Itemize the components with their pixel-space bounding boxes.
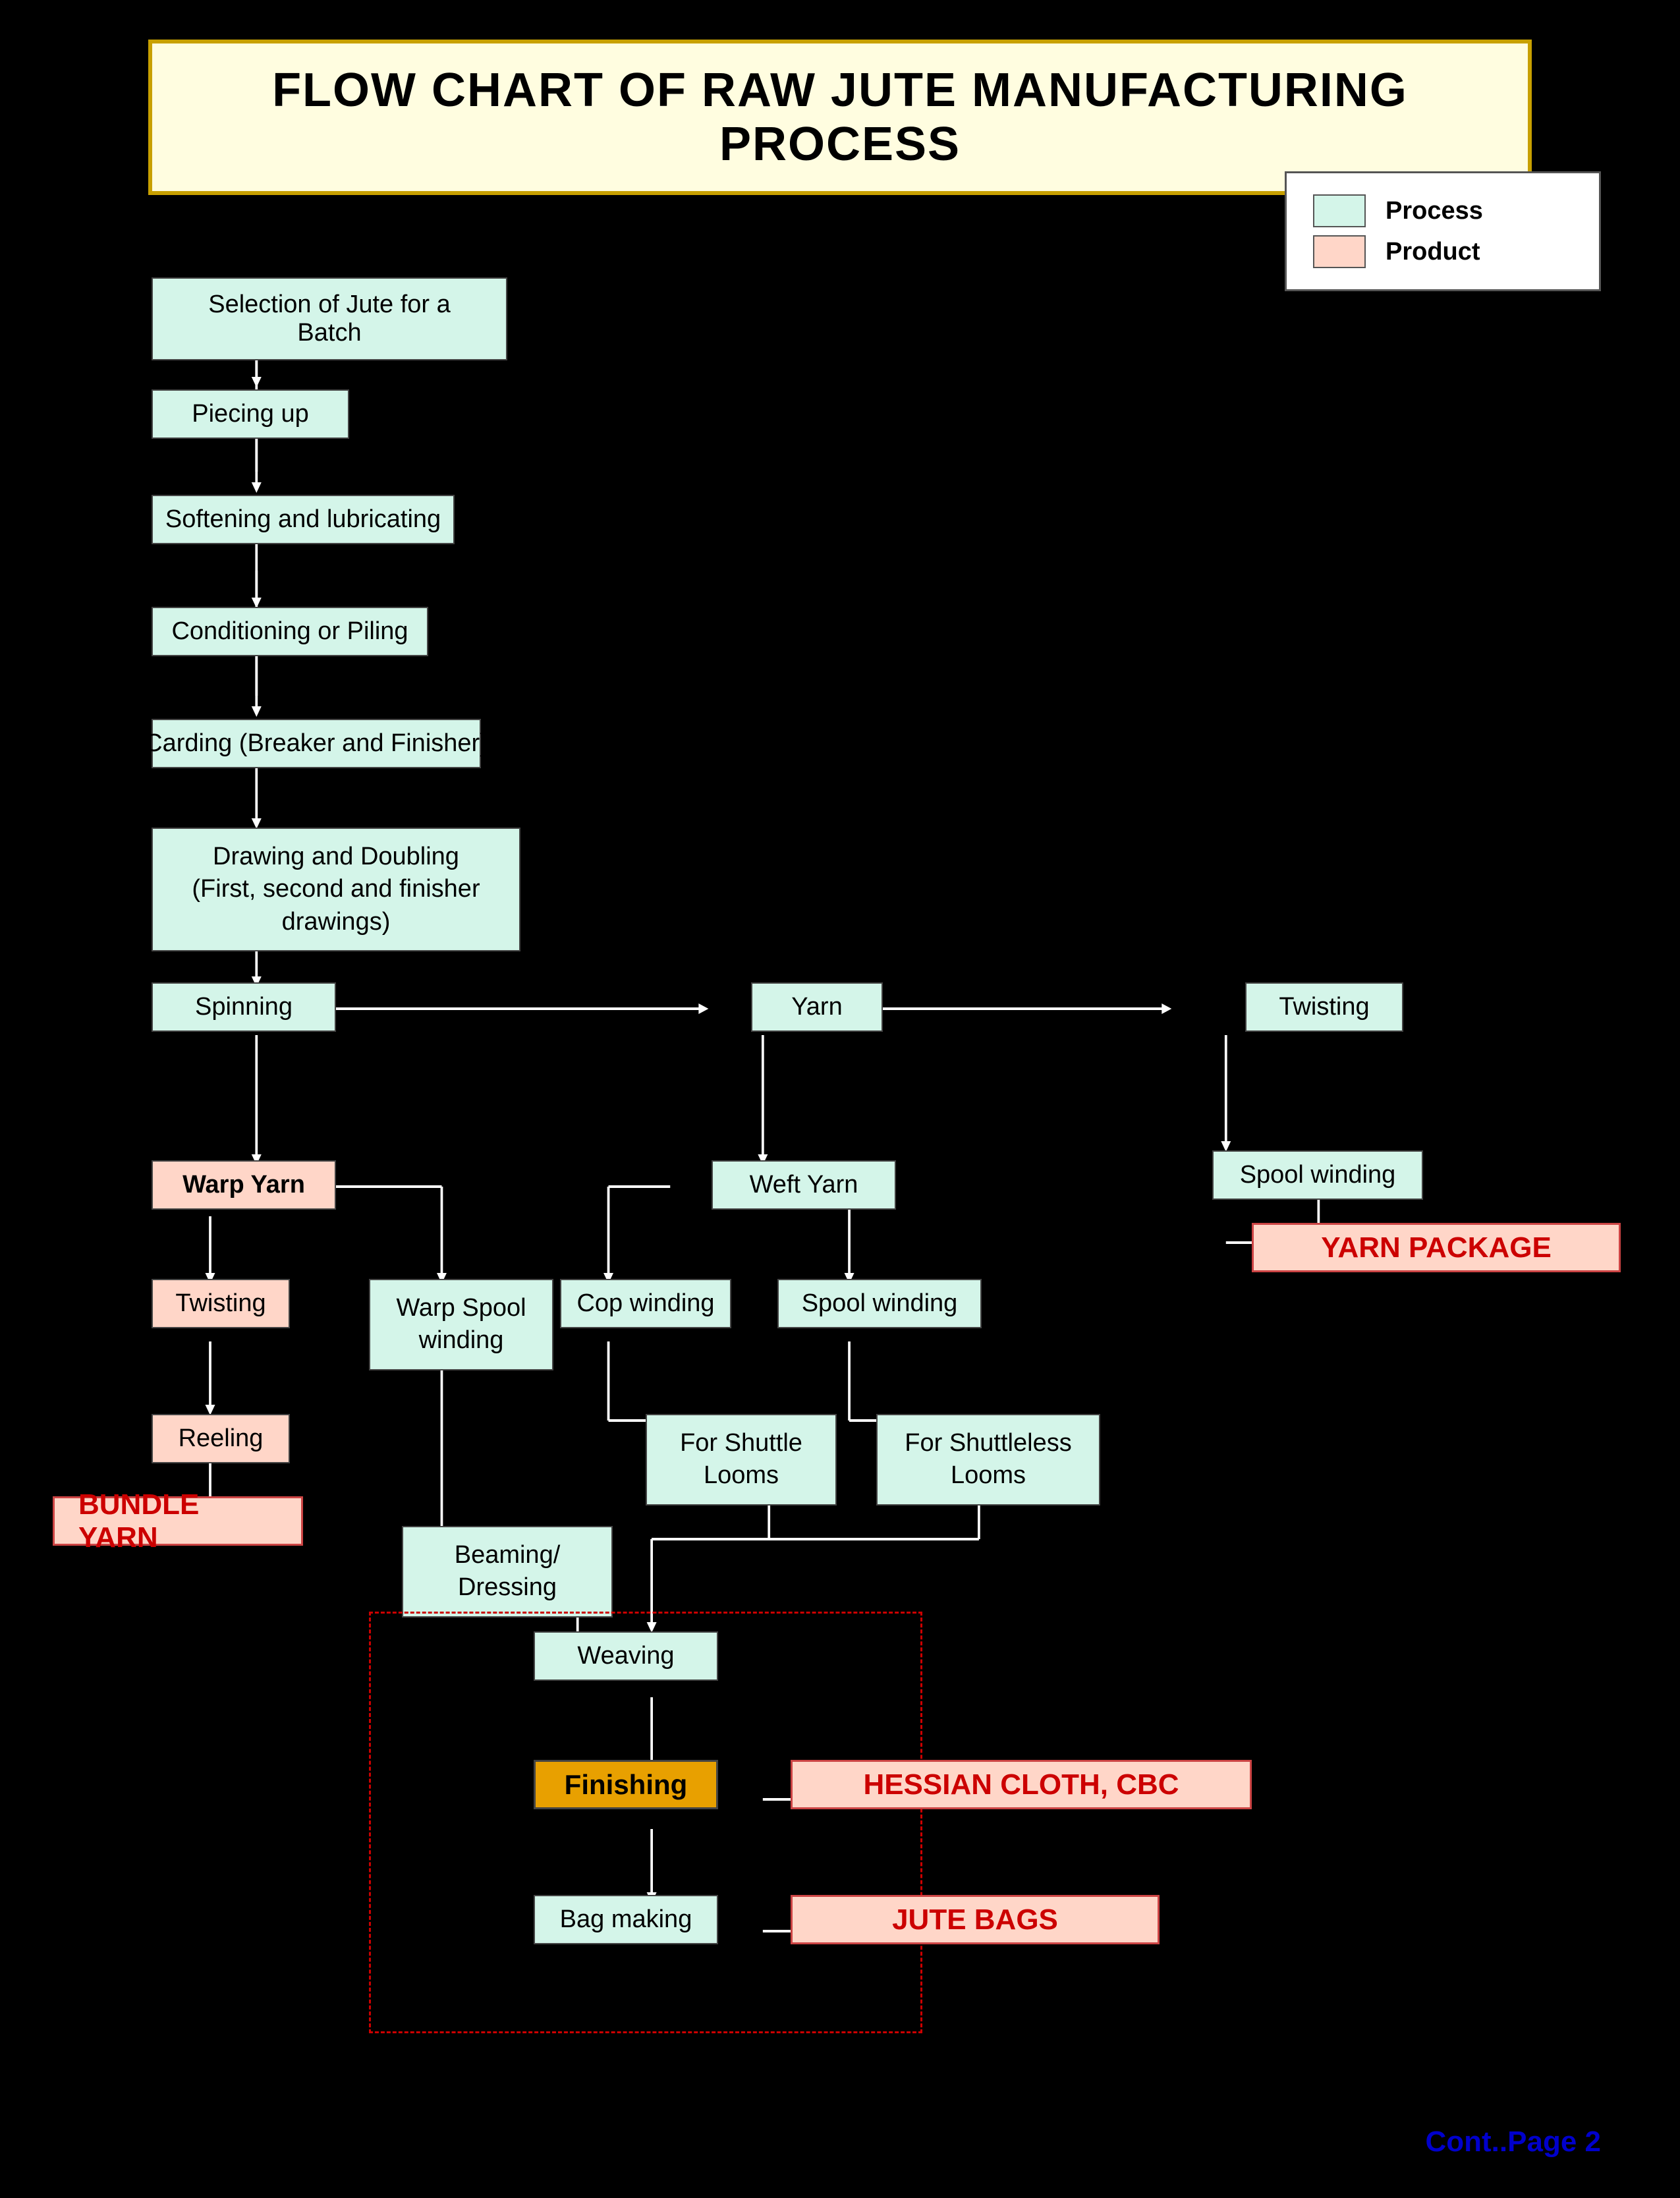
weaving-box: Weaving bbox=[534, 1631, 718, 1681]
yarn-package-box: YARN PACKAGE bbox=[1252, 1223, 1621, 1272]
bag-making-box: Bag making bbox=[534, 1895, 718, 1944]
legend-process-label: Process bbox=[1386, 197, 1483, 225]
selection-box: Selection of Jute for a Batch bbox=[152, 277, 507, 360]
cop-winding-box: Cop winding bbox=[560, 1279, 731, 1328]
for-shuttle-box: For Shuttle Looms bbox=[646, 1414, 837, 1506]
flow-area: Selection of Jute for a Batch Piecing up… bbox=[53, 248, 1627, 2158]
bundle-yarn-box: BUNDLE YARN bbox=[53, 1496, 303, 1546]
finishing-box: Finishing bbox=[534, 1760, 718, 1809]
yarn-box: Yarn bbox=[751, 982, 883, 1032]
page: FLOW CHART OF RAW JUTE MANUFACTURING PRO… bbox=[0, 0, 1680, 2198]
twisting2-box: Twisting bbox=[152, 1279, 290, 1328]
warp-yarn-box: Warp Yarn bbox=[152, 1160, 336, 1210]
jute-bags-box: JUTE BAGS bbox=[791, 1895, 1160, 1944]
reeling-box: Reeling bbox=[152, 1414, 290, 1463]
cont-page: Cont..Page 2 bbox=[1426, 2126, 1602, 2158]
beaming-box: Beaming/ Dressing bbox=[402, 1526, 613, 1618]
process-color-swatch bbox=[1313, 194, 1366, 227]
hessian-box: HESSIAN CLOTH, CBC bbox=[791, 1760, 1252, 1809]
warp-spool-box: Warp Spool winding bbox=[369, 1279, 553, 1370]
weft-yarn-box: Weft Yarn bbox=[712, 1160, 896, 1210]
spool-winding-top-box: Spool winding bbox=[1212, 1150, 1423, 1200]
legend-process: Process bbox=[1313, 194, 1573, 227]
twisting-top-box: Twisting bbox=[1245, 982, 1403, 1032]
softening-box: Softening and lubricating bbox=[152, 495, 455, 544]
page-title: FLOW CHART OF RAW JUTE MANUFACTURING PRO… bbox=[192, 63, 1488, 171]
spinning-box: Spinning bbox=[152, 982, 336, 1032]
spool-winding2-box: Spool winding bbox=[777, 1279, 982, 1328]
piecing-box: Piecing up bbox=[152, 389, 349, 439]
drawing-box: Drawing and Doubling (First, second and … bbox=[152, 828, 520, 951]
for-shuttleless-box: For Shuttleless Looms bbox=[876, 1414, 1100, 1506]
carding-box: Carding (Breaker and Finisher) bbox=[152, 719, 481, 768]
conditioning-box: Conditioning or Piling bbox=[152, 607, 428, 656]
